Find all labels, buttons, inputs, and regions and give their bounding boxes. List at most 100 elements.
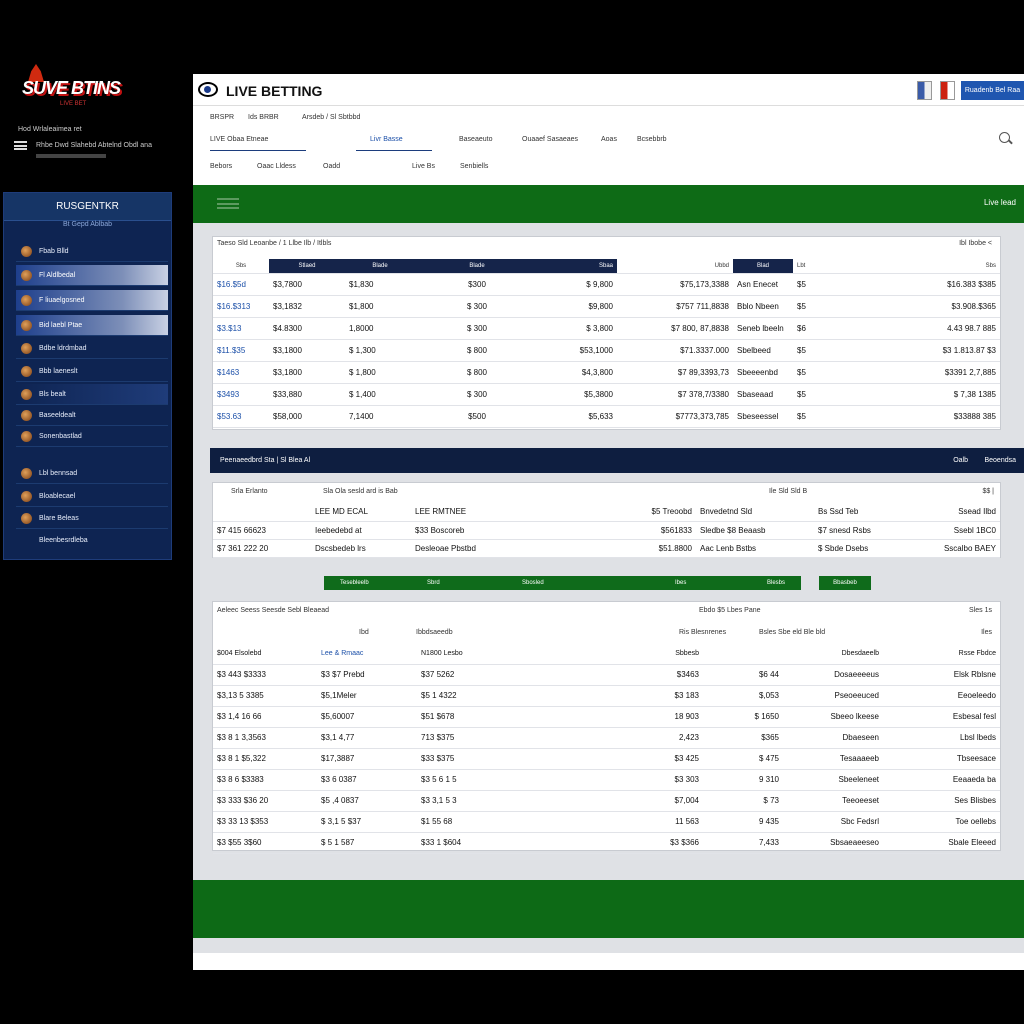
column-header[interactable]: Sbaa — [539, 259, 617, 274]
team-flag-icon[interactable] — [917, 81, 932, 100]
panel-item[interactable]: Baseeldealt — [16, 405, 168, 426]
column-header[interactable]: Lee & Rmaac — [317, 644, 417, 665]
table-row[interactable]: $3 333 $36 20 $5 ,4 0837 $3 3,1 5 3 $7,004 $… — [213, 790, 1000, 812]
panel-item[interactable]: F liuaelgosned — [16, 290, 168, 311]
panel-item[interactable]: Blare Beleas — [16, 508, 168, 529]
tab[interactable]: Bcsebbrb — [637, 136, 667, 143]
column-header[interactable]: $5 Treoobd — [561, 503, 696, 522]
panel-subtitle: Bt Gepd Ablbab — [62, 221, 113, 228]
column-header[interactable]: Sbbesb — [543, 644, 703, 665]
column-header[interactable]: Lbt — [793, 259, 811, 274]
column-header[interactable]: Stlaed — [269, 259, 345, 274]
nav-link[interactable]: Ids BRBR — [248, 114, 279, 121]
column-header[interactable]: Ssead Ilbd — [904, 503, 1000, 522]
column-header[interactable]: Sbs — [213, 259, 269, 274]
filter-label[interactable]: Tesebleelb — [340, 576, 369, 590]
account-button[interactable]: Ruadenb Bel Raa — [961, 81, 1024, 100]
main-window: LIVE BETTING Ruadenb Bel Raa BRSPR Ids B… — [193, 74, 1024, 970]
footer-bar — [193, 880, 1024, 938]
filter-button[interactable]: Bbasbeb — [819, 576, 871, 590]
section-link[interactable]: Oalb — [953, 448, 968, 473]
table-row[interactable]: $11.$35 $3,1800 $ 1,300 $ 800 $53,1000 $71.33… — [213, 339, 1000, 362]
search-icon[interactable] — [999, 132, 1010, 143]
table-row[interactable]: $3 33 13 $353 $ 3,1 5 $37 $1 55 68 11 563 9 … — [213, 811, 1000, 833]
sub-header[interactable]: Iles — [981, 629, 992, 636]
results-table-card: Aeleec Seess Seesde Sebl Bleaead Ebdo $5… — [212, 601, 1001, 854]
table-row[interactable]: $7 415 66623 Ieebedebd at $33 Boscoreb $561… — [213, 521, 1000, 540]
subnav-link[interactable]: Live Bs — [412, 163, 435, 170]
table-row[interactable]: $3493 $33,880 $ 1,400 $ 300 $5,3800 $7 378,7/… — [213, 383, 1000, 406]
live-feed-bar: Live lead — [193, 185, 1024, 223]
team-flag-icon[interactable] — [940, 81, 955, 100]
nav-link[interactable]: Arsdeb / Sl Sbtbbd — [302, 114, 360, 121]
panel-item[interactable]: Bbb laeneslt — [16, 361, 168, 382]
table-row[interactable]: $3 1,4 16 66 $5,60007 $51 $678 18 903 $ 1650… — [213, 706, 1000, 728]
panel-item[interactable]: Lbl bennsad — [16, 463, 168, 484]
table-row[interactable]: $53.63 $58,000 7,1400 $500 $5,633 $7773,373,7… — [213, 405, 1000, 428]
subnav-link[interactable]: Senbiells — [460, 163, 488, 170]
tab[interactable]: Aoas — [601, 136, 617, 143]
panel-item[interactable]: Sonenbastlad — [16, 426, 168, 447]
table-row[interactable]: $3,13 5 3385 $5,1Meler $5 1 4322 $3 183 $,05… — [213, 685, 1000, 707]
nav-link[interactable]: BRSPR — [210, 114, 234, 121]
table-row[interactable]: $3.$13 $4.8300 1,8000 $ 300 $ 3,800 $7 800, 8… — [213, 317, 1000, 340]
live-feed-label[interactable]: Live lead — [984, 198, 1016, 207]
table-caption: Aeleec Seess Seesde Sebl Bleaead — [217, 607, 330, 614]
table-row[interactable]: $1463 $3,1800 $ 1,800 $ 800 $4,3,800 $7 89,33… — [213, 361, 1000, 384]
panel-item[interactable]: Fbab Blld — [16, 241, 168, 262]
section-link[interactable]: Beoendsa — [984, 448, 1016, 473]
table-row[interactable]: $3 8 1 $5,322 $17,3887 $33 $375 $3 425 $ 475… — [213, 748, 1000, 770]
brand-logo[interactable]: SUVE BTINS — [22, 78, 121, 99]
filter-label[interactable]: Sbosled — [522, 576, 544, 590]
list-icon[interactable] — [217, 198, 239, 209]
panel-item[interactable]: Bls bealt — [16, 384, 168, 405]
filter-label[interactable]: Sbrd — [427, 576, 440, 590]
table-caption: Taeso Sld Leoanbe / 1 Llbe Ilb / Itlbls — [217, 240, 332, 247]
header-row: LEE MD ECAL LEE RMTNEE $5 Treoobd Bnvede… — [213, 503, 1000, 522]
table-row[interactable]: $3 $55 3$60 $ 5 1 587 $33 1 $604 $3 $366 7,4… — [213, 832, 1000, 854]
section-bar: Peenaeedbrd Sta | Sl Blea Al Oalb Beoend… — [210, 448, 1024, 473]
column-header[interactable]: LEE RMTNEE — [411, 503, 561, 522]
avatar — [21, 410, 32, 421]
sub-header[interactable]: Ris Blesnrenes — [679, 629, 726, 636]
subnav-link[interactable]: Oaac Lldess — [257, 163, 296, 170]
filter-label[interactable]: Ibes — [675, 576, 686, 590]
tab[interactable]: Livr Basse — [370, 136, 403, 143]
menu-icon[interactable] — [14, 141, 27, 150]
panel-item[interactable]: Bleenbesrdleba — [16, 530, 168, 551]
tab[interactable]: Baseaeuto — [459, 136, 492, 143]
column-header[interactable]: Bnvedetnd Sld — [696, 503, 814, 522]
sub-header[interactable]: Ibbdsaeedb — [416, 629, 453, 636]
sub-header[interactable]: Bsles Sbe eld Ble bld — [759, 629, 825, 636]
panel-item[interactable]: Bdbe ldrdmbad — [16, 338, 168, 359]
column-header[interactable]: $004 Elsolebd — [213, 644, 317, 665]
column-header[interactable]: Blad — [733, 259, 793, 274]
filter-label[interactable]: Blesbs — [767, 576, 785, 590]
column-header[interactable]: Bs Ssd Teb — [814, 503, 904, 522]
table-row[interactable]: $7 361 222 20 Dscsbedeb lrs Desleoae Pbstb… — [213, 539, 1000, 558]
sub-header[interactable]: Ibd — [359, 629, 369, 636]
column-header[interactable]: Sbs — [811, 259, 1000, 274]
filter-bar[interactable]: Tesebleelb Sbrd Sbosled Ibes Blesbs — [324, 576, 801, 590]
table-row[interactable]: $3 8 1 3,3563 $3,1 4,77 713 $375 2,423 $365 D… — [213, 727, 1000, 749]
table-row[interactable]: $3 443 $3333 $3 $7 Prebd $37 5262 $3463 $6 4… — [213, 664, 1000, 686]
tab[interactable]: Ouaaef Sasaeaes — [522, 136, 578, 143]
column-header[interactable]: Blade — [415, 259, 539, 274]
column-header[interactable]: Blade — [345, 259, 415, 274]
column-header[interactable]: LEE MD ECAL — [311, 503, 411, 522]
panel-item[interactable]: Bloablecael — [16, 486, 168, 507]
table-row[interactable]: $16.$5d $3,7800 $1,830 $300 $ 9,800 $75,173,3… — [213, 273, 1000, 296]
panel-item[interactable]: Bid laebl Ptae — [16, 315, 168, 336]
tab-live[interactable]: LIVE Obaa Etneae — [210, 136, 268, 143]
subnav-link[interactable]: Bebors — [210, 163, 232, 170]
column-header[interactable]: Dbesdaeelb — [783, 644, 883, 665]
table-caption: Ile Sld Sld B — [769, 488, 808, 495]
header-row: $004 Elsolebd Lee & Rmaac N1800 Lesbo Sb… — [213, 644, 1000, 665]
subnav-link[interactable]: Oadd — [323, 163, 340, 170]
table-row[interactable]: $16.$313 $3,1832 $1,800 $ 300 $9,800 $757 711… — [213, 295, 1000, 318]
column-header[interactable]: Rsse Fbdce — [883, 644, 1000, 665]
column-header[interactable]: N1800 Lesbo — [417, 644, 543, 665]
panel-item[interactable]: Fl Aldlbedal — [16, 265, 168, 286]
table-row[interactable]: $3 8 6 $3383 $3 6 0387 $3 5 6 1 5 $3 303 9 3… — [213, 769, 1000, 791]
column-header[interactable]: Ubbd — [617, 259, 733, 274]
